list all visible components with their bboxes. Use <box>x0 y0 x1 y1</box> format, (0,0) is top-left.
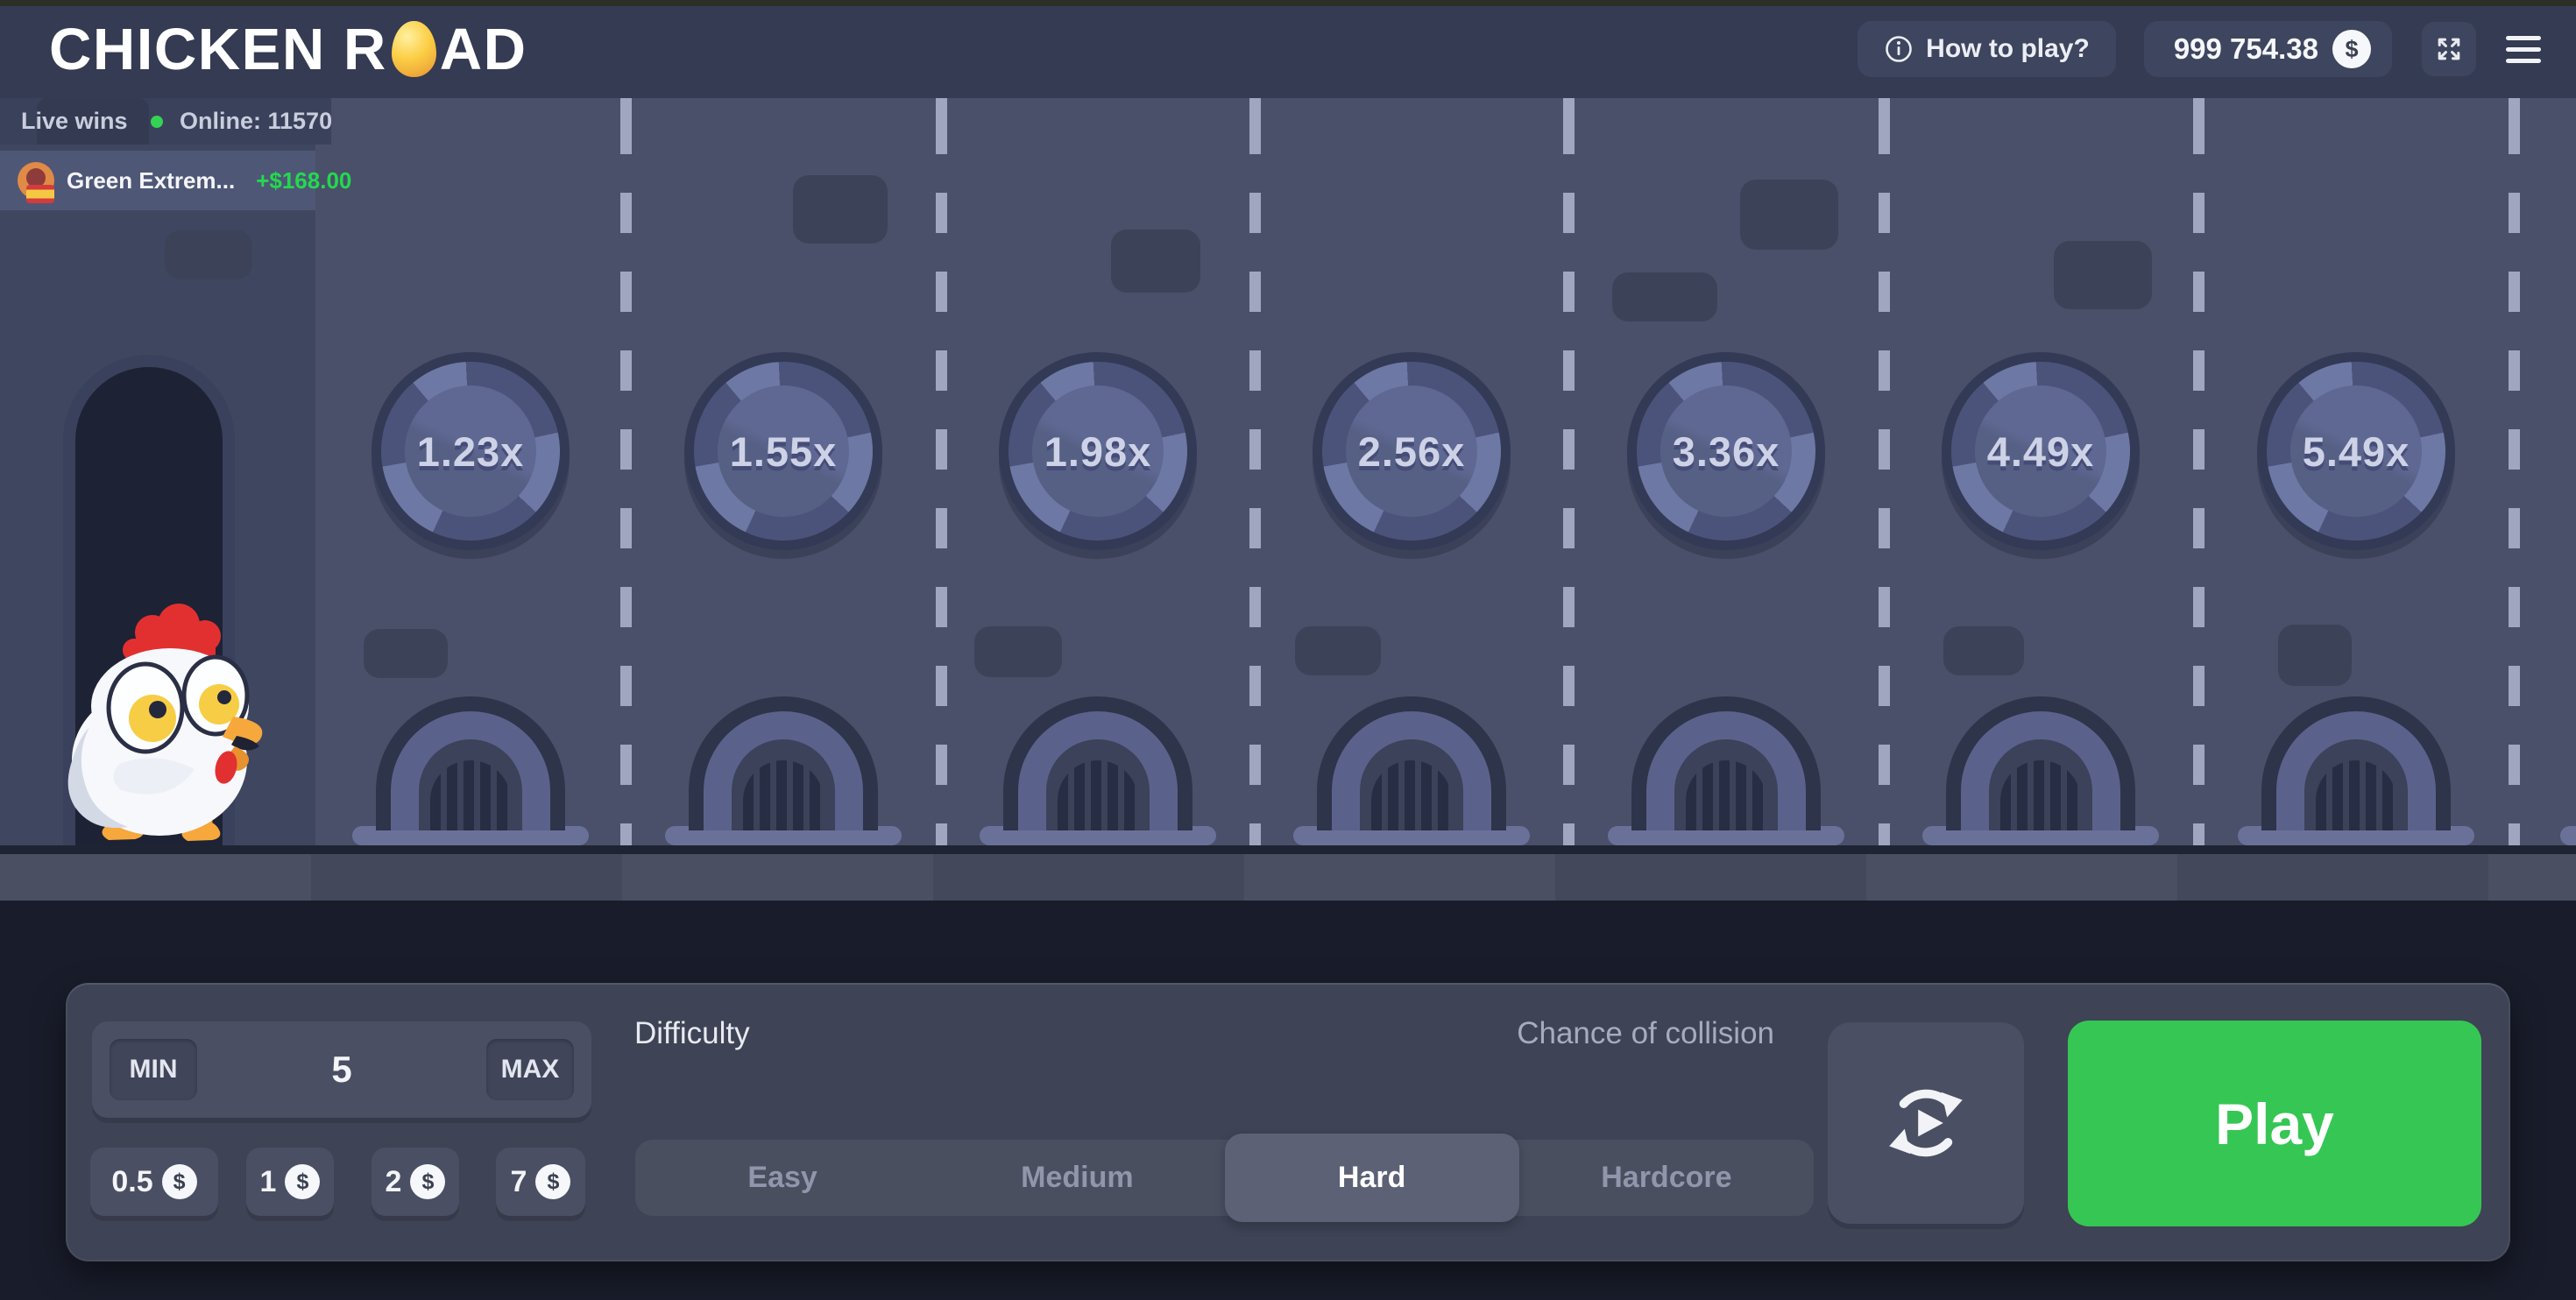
road-patch <box>1111 230 1200 293</box>
drain-grate <box>1946 696 2135 830</box>
road-patch <box>2278 625 2352 686</box>
balance-value: 999 754.38 <box>2174 32 2318 66</box>
road-patch <box>165 230 252 279</box>
gutter-strip <box>0 854 2576 901</box>
quick-bet-7-button[interactable]: 7 $ <box>496 1148 585 1216</box>
road-patch <box>2054 241 2152 309</box>
info-icon <box>1884 34 1914 64</box>
currency-coin-icon: $ <box>162 1164 197 1199</box>
chip-label: 7 <box>511 1165 527 1199</box>
multiplier-value: 1.23x <box>417 427 525 476</box>
mode-switch-button[interactable] <box>1828 1022 2024 1224</box>
difficulty-label: Difficulty <box>634 1016 750 1051</box>
chip-label: 2 <box>386 1165 402 1199</box>
cycle-play-icon <box>1878 1075 1974 1171</box>
tab-easy[interactable]: Easy <box>635 1140 930 1216</box>
currency-coin-icon: $ <box>285 1164 320 1199</box>
road-patch <box>1943 626 2024 675</box>
expand-icon <box>2433 33 2465 65</box>
drain-grate <box>1317 696 1506 830</box>
multiplier-value: 2.56x <box>1358 427 1466 476</box>
lane-divider <box>1563 98 1575 845</box>
currency-coin-icon: $ <box>2332 30 2371 68</box>
multiplier-value: 3.36x <box>1673 427 1780 476</box>
lane-divider <box>2193 98 2204 845</box>
multiplier-value: 1.98x <box>1044 427 1152 476</box>
multiplier-pad-4: 2.56x <box>1313 352 1511 550</box>
how-to-play-label: How to play? <box>1926 34 2090 64</box>
quick-bet-0.5-button[interactable]: 0.5 $ <box>90 1148 218 1216</box>
multiplier-pad-7: 5.49x <box>2257 352 2455 550</box>
road-patch <box>1612 272 1717 321</box>
chance-of-collision-label: Chance of collision <box>1517 1016 1774 1051</box>
online-status-dot <box>151 116 163 128</box>
tab-hardcore[interactable]: Hardcore <box>1519 1140 1814 1216</box>
panel-labels: Difficulty Chance of collision <box>634 1016 1774 1051</box>
multiplier-pad-5: 3.36x <box>1627 352 1825 550</box>
drain-grate <box>1631 696 1821 830</box>
quick-bet-1-button[interactable]: 1 $ <box>246 1148 334 1216</box>
tab-medium[interactable]: Medium <box>930 1140 1224 1216</box>
bet-amount-box: MIN 5 MAX <box>92 1021 591 1118</box>
drain-grate <box>2261 696 2451 830</box>
chip-label: 1 <box>260 1165 277 1199</box>
quick-bet-2-button[interactable]: 2 $ <box>372 1148 459 1216</box>
road-patch <box>793 175 888 244</box>
multiplier-value: 5.49x <box>2303 427 2410 476</box>
lane-divider <box>1249 98 1261 845</box>
logo-text-left: CHICKEN R <box>49 16 387 83</box>
difficulty-tabs: Easy Medium Hard Hardcore <box>635 1140 1814 1216</box>
grate-ledge <box>2560 826 2576 845</box>
chicken-road-app: CHICKEN R AD How to play? 999 754.38 $ <box>0 0 2576 1300</box>
topbar-actions: How to play? 999 754.38 $ <box>1858 0 2543 98</box>
drain-grate <box>376 696 565 830</box>
top-bar: CHICKEN R AD How to play? 999 754.38 $ <box>0 0 2576 98</box>
control-panel: MIN 5 MAX 0.5 $ 1 $ 2 $ 7 $ Difficulty C… <box>66 983 2510 1261</box>
bet-value-field[interactable]: 5 <box>206 1021 478 1118</box>
app-logo: CHICKEN R AD <box>49 0 527 98</box>
multiplier-pad-1: 1.23x <box>372 352 570 550</box>
online-count: Online: 11570 <box>180 98 332 145</box>
lane-divider <box>2509 98 2520 845</box>
logo-text-right: AD <box>440 16 527 83</box>
road-patch <box>1740 180 1838 250</box>
multiplier-value: 4.49x <box>1987 427 2095 476</box>
max-bet-button[interactable]: MAX <box>486 1039 574 1100</box>
multiplier-pad-6: 4.49x <box>1942 352 2140 550</box>
egg-icon <box>392 21 436 77</box>
how-to-play-button[interactable]: How to play? <box>1858 21 2116 77</box>
min-bet-button[interactable]: MIN <box>110 1039 197 1100</box>
fullscreen-button[interactable] <box>2422 22 2476 76</box>
tab-hard[interactable]: Hard <box>1225 1134 1519 1222</box>
drain-grate <box>1003 696 1192 830</box>
lane-divider <box>1879 98 1890 845</box>
spain-flag-icon <box>26 185 54 203</box>
game-field: 1.23x 1.55x 1.98x 2.56x 3.36x 4.49x 5.49… <box>0 98 2576 845</box>
play-button[interactable]: Play <box>2068 1021 2481 1226</box>
road-patch <box>364 629 448 678</box>
multiplier-value: 1.55x <box>730 427 838 476</box>
window-top-edge <box>0 0 2576 6</box>
balance-display: 999 754.38 $ <box>2144 21 2392 77</box>
lane-divider <box>936 98 947 845</box>
currency-coin-icon: $ <box>535 1164 570 1199</box>
road-patch <box>1295 626 1381 675</box>
road-curb <box>0 845 2576 854</box>
menu-button[interactable] <box>2504 31 2543 68</box>
currency-coin-icon: $ <box>410 1164 445 1199</box>
live-wins-tab-label[interactable]: Live wins <box>21 98 128 145</box>
chicken-character <box>65 596 275 845</box>
win-amount: +$168.00 <box>256 167 351 194</box>
avatar <box>18 162 54 199</box>
live-win-entry: Green Extrem... +$168.00 <box>0 151 315 210</box>
multiplier-pad-3: 1.98x <box>999 352 1197 550</box>
multiplier-pad-2: 1.55x <box>684 352 882 550</box>
chip-label: 0.5 <box>111 1165 152 1199</box>
road-patch <box>974 626 1062 677</box>
lane-divider <box>620 98 632 845</box>
winner-name: Green Extrem... <box>67 167 235 194</box>
drain-grate <box>689 696 878 830</box>
